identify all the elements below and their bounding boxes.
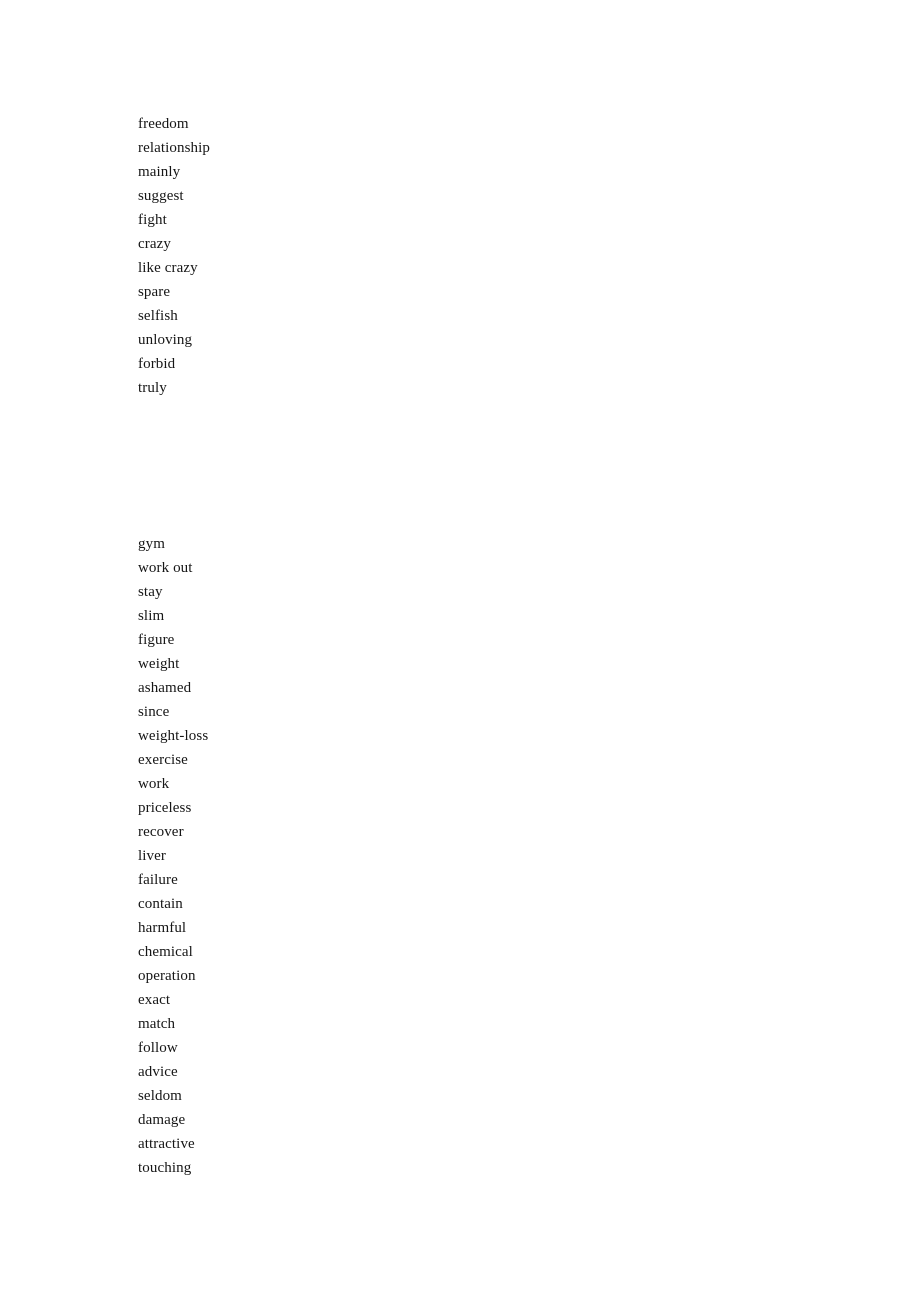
word-line: touching	[138, 1160, 192, 1176]
word-line: operation	[138, 968, 196, 984]
document-page: freedom relationship mainly suggest fight cra…	[0, 0, 920, 1302]
word-line: mainly	[138, 164, 181, 180]
word-list-column: freedom relationship mainly suggest fight cra…	[138, 0, 558, 1180]
word-line: chemical	[138, 944, 193, 960]
word-line: gym	[138, 536, 165, 552]
vocabulary-list-two: gym work out stay slim figure weight ashamed si…	[138, 532, 558, 1180]
word-line: priceless	[138, 800, 192, 816]
word-line: slim	[138, 608, 165, 624]
word-line: work out	[138, 560, 193, 576]
block-separator	[138, 400, 558, 532]
word-line: truly	[138, 380, 167, 396]
word-line: spare	[138, 284, 171, 300]
vocabulary-list-one: freedom relationship mainly suggest fight cra…	[138, 0, 558, 400]
word-line: weight	[138, 656, 180, 672]
word-line: seldom	[138, 1088, 182, 1104]
word-line: figure	[138, 632, 175, 648]
word-line: exercise	[138, 752, 188, 768]
word-line: relationship	[138, 140, 211, 156]
word-line: attractive	[138, 1136, 195, 1152]
word-line: selfish	[138, 308, 178, 324]
word-line: forbid	[138, 356, 176, 372]
word-line: stay	[138, 584, 163, 600]
word-line: unloving	[138, 332, 193, 348]
word-line: work	[138, 776, 170, 792]
word-line: follow	[138, 1040, 178, 1056]
word-line: crazy	[138, 236, 171, 252]
word-line: like crazy	[138, 260, 198, 276]
word-line: harmful	[138, 920, 187, 936]
word-line: suggest	[138, 188, 184, 204]
word-line: failure	[138, 872, 178, 888]
word-line: exact	[138, 992, 171, 1008]
word-line: ashamed	[138, 680, 192, 696]
word-line: liver	[138, 848, 166, 864]
word-line: advice	[138, 1064, 178, 1080]
word-line: match	[138, 1016, 176, 1032]
word-line: since	[138, 704, 170, 720]
word-line: contain	[138, 896, 183, 912]
word-line: recover	[138, 824, 184, 840]
word-line: freedom	[138, 116, 189, 132]
word-line: damage	[138, 1112, 186, 1128]
word-line: weight-loss	[138, 728, 209, 744]
word-line: fight	[138, 212, 167, 228]
